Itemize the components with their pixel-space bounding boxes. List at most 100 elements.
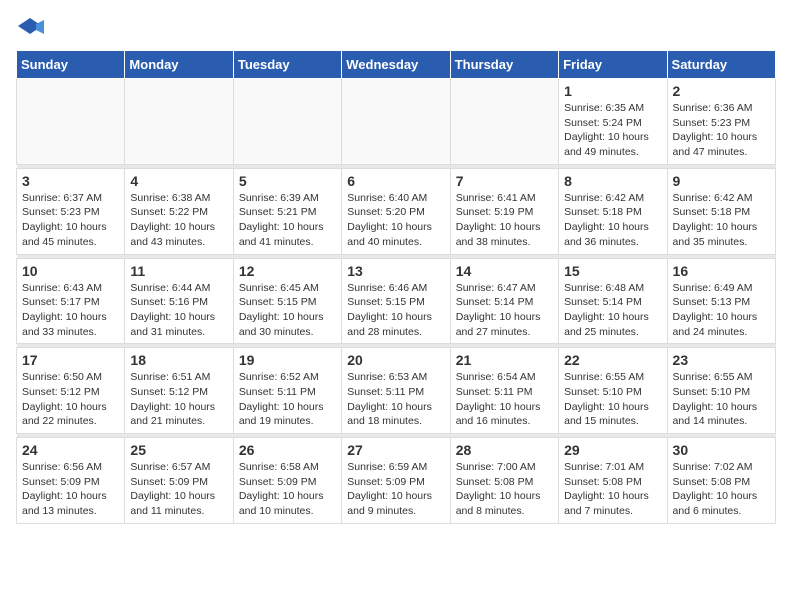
day-detail: Sunrise: 6:50 AM Sunset: 5:12 PM Dayligh… [22,370,119,429]
day-detail: Sunrise: 6:42 AM Sunset: 5:18 PM Dayligh… [564,191,661,250]
calendar-cell [17,79,125,165]
day-number: 24 [22,442,119,458]
week-row-4: 17Sunrise: 6:50 AM Sunset: 5:12 PM Dayli… [17,348,776,434]
day-detail: Sunrise: 6:49 AM Sunset: 5:13 PM Dayligh… [673,281,770,340]
calendar-cell: 19 Sunrise: 6:52 AM Sunset: 5:11 PM Dayli… [233,348,341,434]
calendar-cell: 23 Sunrise: 6:55 AM Sunset: 5:10 PM Dayli… [667,348,775,434]
day-number: 10 [22,263,119,279]
day-number: 4 [130,173,227,189]
calendar-cell: 5 Sunrise: 6:39 AM Sunset: 5:21 PM Daylig… [233,168,341,254]
day-detail: Sunrise: 6:47 AM Sunset: 5:14 PM Dayligh… [456,281,553,340]
day-detail: Sunrise: 7:00 AM Sunset: 5:08 PM Dayligh… [456,460,553,519]
day-detail: Sunrise: 6:42 AM Sunset: 5:18 PM Dayligh… [673,191,770,250]
calendar-cell: 25 Sunrise: 6:57 AM Sunset: 5:09 PM Dayli… [125,438,233,524]
day-number: 19 [239,352,336,368]
day-detail: Sunrise: 6:55 AM Sunset: 5:10 PM Dayligh… [564,370,661,429]
day-detail: Sunrise: 6:44 AM Sunset: 5:16 PM Dayligh… [130,281,227,340]
day-number: 6 [347,173,444,189]
calendar-cell: 8 Sunrise: 6:42 AM Sunset: 5:18 PM Daylig… [559,168,667,254]
calendar-cell: 21 Sunrise: 6:54 AM Sunset: 5:11 PM Dayli… [450,348,558,434]
day-number: 11 [130,263,227,279]
day-detail: Sunrise: 6:35 AM Sunset: 5:24 PM Dayligh… [564,101,661,160]
week-row-1: 1 Sunrise: 6:35 AM Sunset: 5:24 PM Daylig… [17,79,776,165]
day-detail: Sunrise: 6:37 AM Sunset: 5:23 PM Dayligh… [22,191,119,250]
day-number: 28 [456,442,553,458]
logo [16,16,48,38]
day-number: 22 [564,352,661,368]
calendar-cell: 3 Sunrise: 6:37 AM Sunset: 5:23 PM Daylig… [17,168,125,254]
calendar-cell: 14 Sunrise: 6:47 AM Sunset: 5:14 PM Dayli… [450,258,558,344]
week-row-2: 3 Sunrise: 6:37 AM Sunset: 5:23 PM Daylig… [17,168,776,254]
day-number: 30 [673,442,770,458]
calendar-table: SundayMondayTuesdayWednesdayThursdayFrid… [16,50,776,524]
day-detail: Sunrise: 6:52 AM Sunset: 5:11 PM Dayligh… [239,370,336,429]
weekday-saturday: Saturday [667,51,775,79]
day-number: 15 [564,263,661,279]
calendar-cell: 30 Sunrise: 7:02 AM Sunset: 5:08 PM Dayli… [667,438,775,524]
day-detail: Sunrise: 6:59 AM Sunset: 5:09 PM Dayligh… [347,460,444,519]
day-detail: Sunrise: 6:56 AM Sunset: 5:09 PM Dayligh… [22,460,119,519]
day-detail: Sunrise: 6:43 AM Sunset: 5:17 PM Dayligh… [22,281,119,340]
day-number: 2 [673,83,770,99]
calendar-cell [125,79,233,165]
day-number: 20 [347,352,444,368]
day-number: 5 [239,173,336,189]
day-number: 27 [347,442,444,458]
day-number: 25 [130,442,227,458]
weekday-tuesday: Tuesday [233,51,341,79]
calendar-cell: 29Sunrise: 7:01 AM Sunset: 5:08 PM Dayli… [559,438,667,524]
weekday-sunday: Sunday [17,51,125,79]
day-number: 9 [673,173,770,189]
calendar-cell: 24 Sunrise: 6:56 AM Sunset: 5:09 PM Dayli… [17,438,125,524]
day-detail: Sunrise: 6:57 AM Sunset: 5:09 PM Dayligh… [130,460,227,519]
calendar-cell: 4 Sunrise: 6:38 AM Sunset: 5:22 PM Daylig… [125,168,233,254]
day-detail: Sunrise: 7:02 AM Sunset: 5:08 PM Dayligh… [673,460,770,519]
calendar-cell: 27 Sunrise: 6:59 AM Sunset: 5:09 PM Dayli… [342,438,450,524]
day-detail: Sunrise: 6:48 AM Sunset: 5:14 PM Dayligh… [564,281,661,340]
day-number: 21 [456,352,553,368]
day-number: 1 [564,83,661,99]
calendar-cell: 6 Sunrise: 6:40 AM Sunset: 5:20 PM Daylig… [342,168,450,254]
calendar-cell [233,79,341,165]
calendar-cell: 18Sunrise: 6:51 AM Sunset: 5:12 PM Dayli… [125,348,233,434]
calendar-cell: 10 Sunrise: 6:43 AM Sunset: 5:17 PM Dayli… [17,258,125,344]
day-detail: Sunrise: 6:53 AM Sunset: 5:11 PM Dayligh… [347,370,444,429]
week-row-5: 24 Sunrise: 6:56 AM Sunset: 5:09 PM Dayli… [17,438,776,524]
day-detail: Sunrise: 6:41 AM Sunset: 5:19 PM Dayligh… [456,191,553,250]
day-number: 16 [673,263,770,279]
day-detail: Sunrise: 6:40 AM Sunset: 5:20 PM Dayligh… [347,191,444,250]
day-number: 26 [239,442,336,458]
day-detail: Sunrise: 6:39 AM Sunset: 5:21 PM Dayligh… [239,191,336,250]
day-detail: Sunrise: 6:54 AM Sunset: 5:11 PM Dayligh… [456,370,553,429]
day-detail: Sunrise: 6:46 AM Sunset: 5:15 PM Dayligh… [347,281,444,340]
day-detail: Sunrise: 7:01 AM Sunset: 5:08 PM Dayligh… [564,460,661,519]
day-detail: Sunrise: 6:38 AM Sunset: 5:22 PM Dayligh… [130,191,227,250]
week-row-3: 10 Sunrise: 6:43 AM Sunset: 5:17 PM Dayli… [17,258,776,344]
calendar-cell: 15 Sunrise: 6:48 AM Sunset: 5:14 PM Dayli… [559,258,667,344]
day-number: 8 [564,173,661,189]
calendar-cell: 17Sunrise: 6:50 AM Sunset: 5:12 PM Dayli… [17,348,125,434]
page-header [16,16,776,38]
calendar-cell: 11 Sunrise: 6:44 AM Sunset: 5:16 PM Dayli… [125,258,233,344]
weekday-monday: Monday [125,51,233,79]
day-detail: Sunrise: 6:55 AM Sunset: 5:10 PM Dayligh… [673,370,770,429]
day-number: 23 [673,352,770,368]
day-detail: Sunrise: 6:58 AM Sunset: 5:09 PM Dayligh… [239,460,336,519]
weekday-thursday: Thursday [450,51,558,79]
day-number: 7 [456,173,553,189]
day-number: 18 [130,352,227,368]
calendar-cell: 13 Sunrise: 6:46 AM Sunset: 5:15 PM Dayli… [342,258,450,344]
day-number: 3 [22,173,119,189]
day-detail: Sunrise: 6:36 AM Sunset: 5:23 PM Dayligh… [673,101,770,160]
weekday-header-row: SundayMondayTuesdayWednesdayThursdayFrid… [17,51,776,79]
calendar-cell [342,79,450,165]
calendar-cell: 1 Sunrise: 6:35 AM Sunset: 5:24 PM Daylig… [559,79,667,165]
calendar-cell: 2 Sunrise: 6:36 AM Sunset: 5:23 PM Daylig… [667,79,775,165]
calendar-cell: 7 Sunrise: 6:41 AM Sunset: 5:19 PM Daylig… [450,168,558,254]
calendar-cell: 16 Sunrise: 6:49 AM Sunset: 5:13 PM Dayli… [667,258,775,344]
day-number: 13 [347,263,444,279]
day-number: 14 [456,263,553,279]
weekday-friday: Friday [559,51,667,79]
day-number: 12 [239,263,336,279]
logo-icon [16,16,44,38]
